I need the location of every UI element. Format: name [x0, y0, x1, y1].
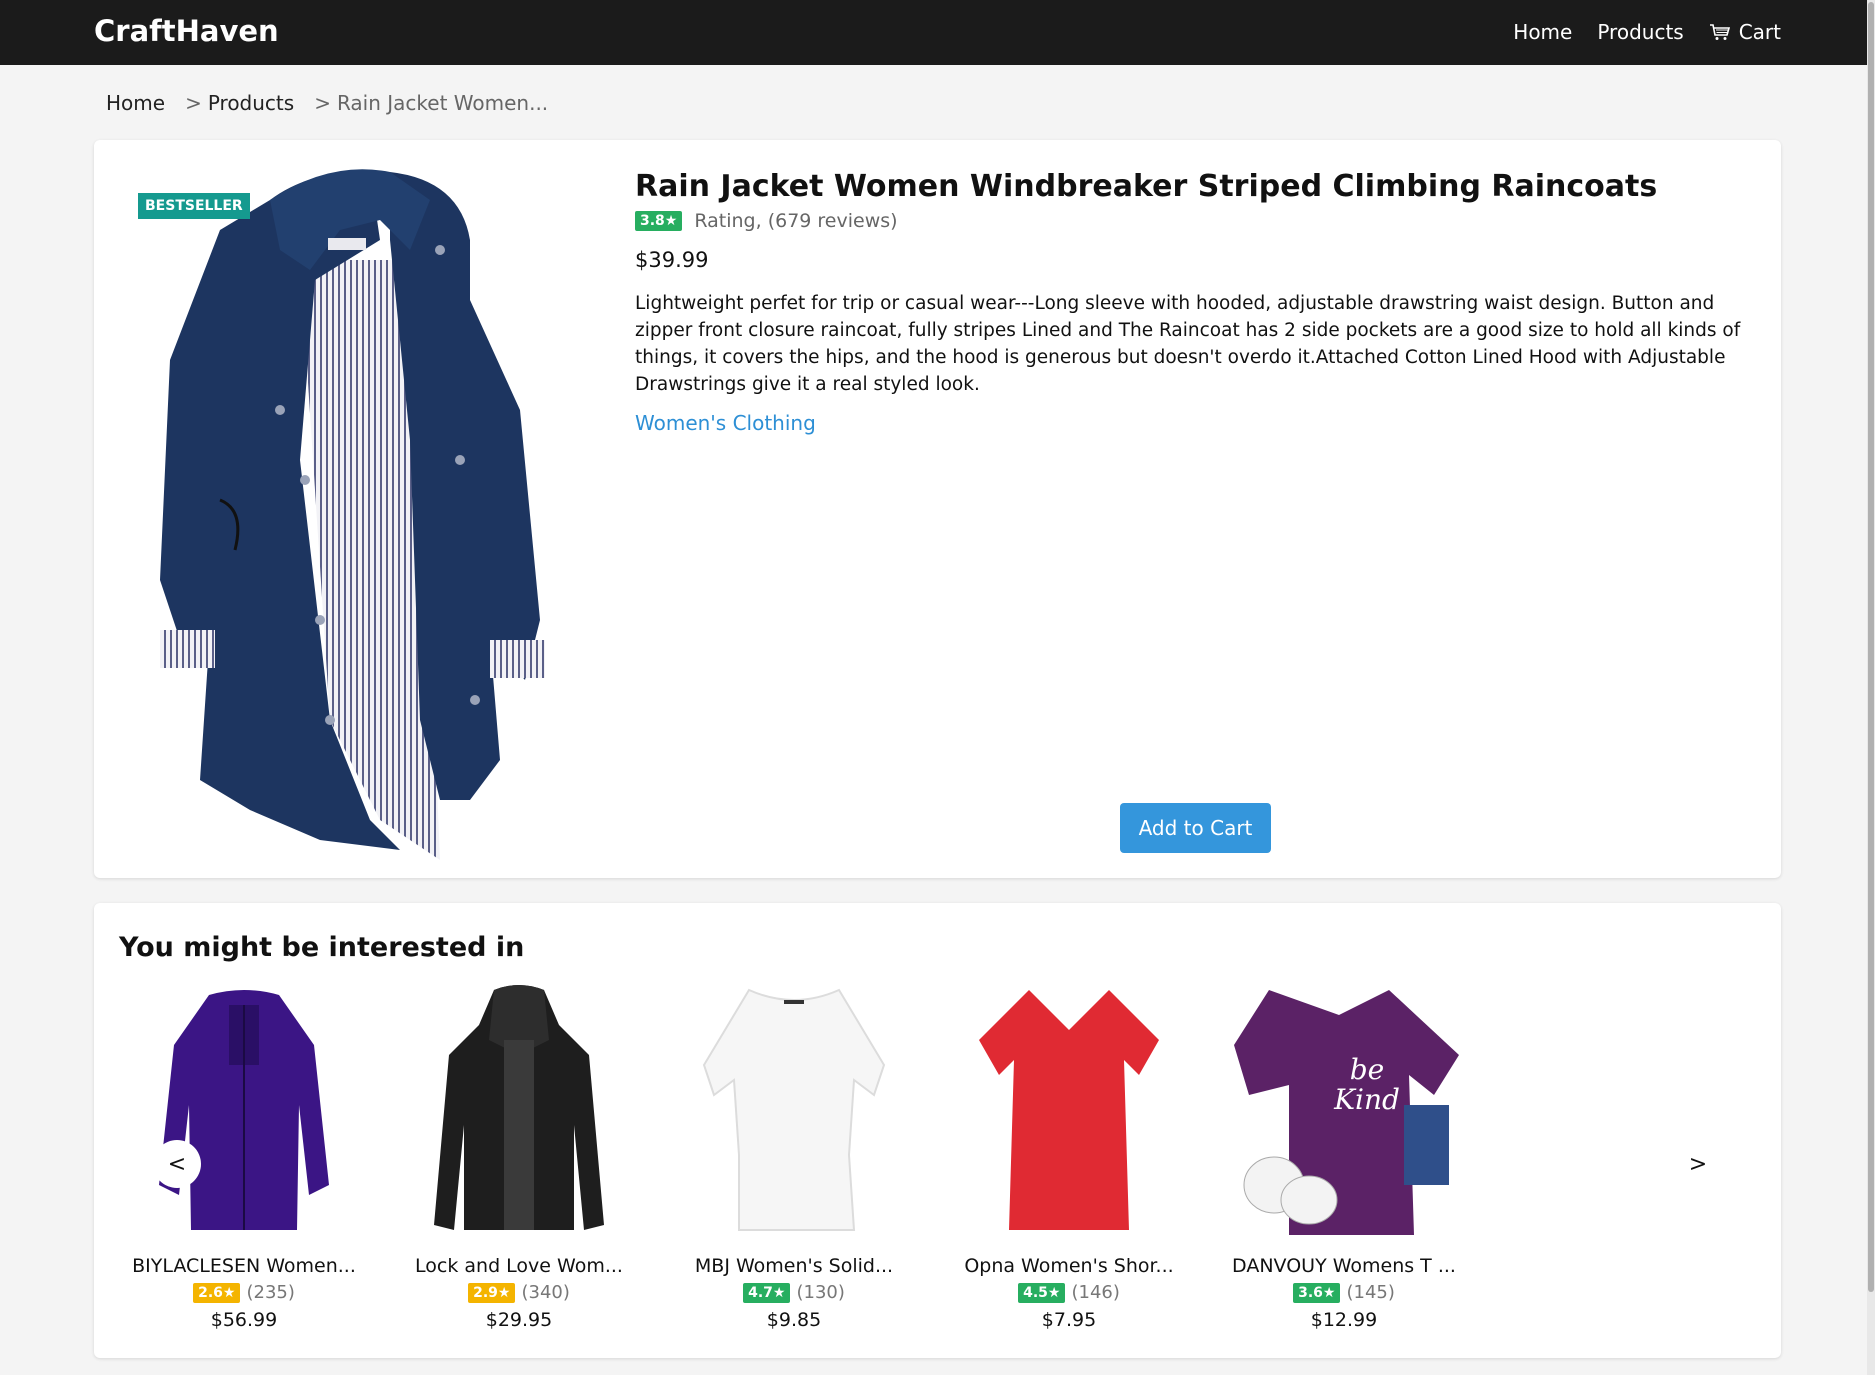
tee-print-text: be Kind	[1334, 1053, 1400, 1116]
review-count: (235)	[246, 1282, 295, 1303]
cart-icon	[1709, 24, 1730, 40]
nav-home-link[interactable]: Home	[1513, 20, 1572, 44]
recommendation-price: $29.95	[485, 1309, 553, 1331]
recommendation-rating: 2.6★ (235)	[119, 1282, 369, 1303]
rating-pill: 3.6★	[1293, 1282, 1341, 1303]
product-thumbnail-black-leather-jacket	[434, 985, 604, 1230]
breadcrumb-current: Rain Jacket Women...	[336, 91, 549, 115]
category-link[interactable]: Women's Clothing	[635, 411, 816, 435]
recommendation-price: $12.99	[1310, 1309, 1378, 1331]
nav-cart-label: Cart	[1738, 20, 1781, 44]
product-rating: 3.8★ Rating, (679 reviews)	[635, 210, 898, 232]
recommendation-name[interactable]: Lock and Love Wom...	[394, 1255, 644, 1277]
nav-products-link[interactable]: Products	[1597, 20, 1683, 44]
page-scrollbar[interactable]	[1867, 0, 1875, 1375]
recommendation-item[interactable]: Lock and Love Wom... 2.9★ (340) $29.95	[394, 985, 644, 1335]
rating-pill: 4.7★	[743, 1282, 791, 1303]
recommendation-name[interactable]: BIYLACLESEN Women...	[119, 1255, 369, 1277]
recommendation-price: $7.95	[1041, 1309, 1097, 1331]
rating-pill: 2.9★	[468, 1282, 516, 1303]
add-to-cart-button[interactable]: Add to Cart	[1120, 803, 1271, 853]
recommendation-item[interactable]: MBJ Women's Solid... 4.7★ (130) $9.85	[669, 985, 919, 1335]
breadcrumb-separator: >	[314, 91, 331, 115]
carousel-prev-button[interactable]: <	[153, 1140, 201, 1188]
product-description: Lightweight perfet for trip or casual we…	[635, 293, 1741, 395]
rating-pill: 2.6★	[193, 1282, 241, 1303]
breadcrumb-products[interactable]: Products	[208, 91, 294, 115]
product-thumbnail-white-top	[702, 988, 886, 1231]
product-thumbnail-red-tee	[979, 990, 1159, 1230]
recommendation-item[interactable]: Opna Women's Shor... 4.5★ (146) $7.95	[944, 985, 1194, 1335]
breadcrumb-products-wrap: > Products	[185, 91, 294, 115]
product-thumbnail-purple-jacket	[159, 990, 329, 1230]
breadcrumb-home[interactable]: Home	[106, 91, 165, 115]
top-navbar: CraftHaven Home Products Cart	[0, 0, 1875, 65]
recommendation-name[interactable]: DANVOUY Womens T ...	[1219, 1255, 1469, 1277]
review-count: (146)	[1071, 1282, 1120, 1303]
recommendations-title: You might be interested in	[119, 932, 525, 963]
breadcrumb: Home > Products > Rain Jacket Women...	[106, 91, 548, 115]
recommendation-name[interactable]: MBJ Women's Solid...	[669, 1255, 919, 1277]
recommendation-rating: 4.7★ (130)	[669, 1282, 919, 1303]
breadcrumb-separator: >	[185, 91, 202, 115]
bestseller-badge: BESTSELLER	[138, 193, 250, 219]
rating-pill: 3.8★	[635, 211, 683, 231]
recommendation-rating: 4.5★ (146)	[944, 1282, 1194, 1303]
rating-text: Rating, (679 reviews)	[694, 210, 898, 232]
recommendation-rating: 2.9★ (340)	[394, 1282, 644, 1303]
carousel-next-button[interactable]: >	[1674, 1140, 1722, 1188]
breadcrumb-current-wrap: > Rain Jacket Women...	[314, 91, 548, 115]
rating-pill: 4.5★	[1018, 1282, 1066, 1303]
product-image-rain-jacket	[160, 169, 545, 860]
review-count: (340)	[521, 1282, 570, 1303]
product-price: $39.99	[635, 248, 709, 272]
review-count: (130)	[796, 1282, 845, 1303]
recommendation-rating: 3.6★ (145)	[1219, 1282, 1469, 1303]
scrollbar-thumb[interactable]	[1868, 2, 1874, 1292]
recommendation-price: $9.85	[766, 1309, 822, 1331]
product-title: Rain Jacket Women Windbreaker Striped Cl…	[635, 169, 1658, 204]
nav-cart-link[interactable]: Cart	[1709, 20, 1781, 44]
recommendation-item[interactable]: be Kind DANVOUY Womens T ... 3.6★ (145) …	[1219, 985, 1469, 1335]
top-nav-links: Home Products Cart	[1513, 20, 1781, 44]
brand-logo[interactable]: CraftHaven	[94, 14, 279, 48]
recommendation-price: $56.99	[210, 1309, 278, 1331]
recommendation-name[interactable]: Opna Women's Shor...	[944, 1255, 1194, 1277]
review-count: (145)	[1346, 1282, 1395, 1303]
